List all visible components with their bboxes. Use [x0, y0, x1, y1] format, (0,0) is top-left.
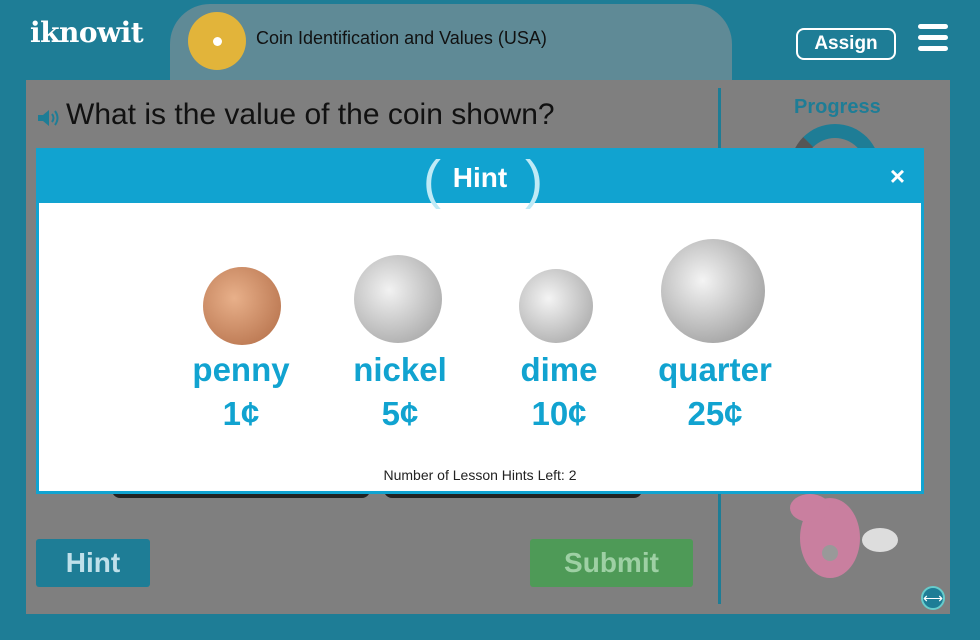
coin-value: 1¢ — [222, 395, 260, 432]
quarter-image — [661, 239, 765, 343]
coin-name: penny — [192, 351, 290, 388]
modal-header: ( Hint ) × — [39, 150, 921, 210]
header: iknowit Coin Identification and Values (… — [0, 0, 980, 84]
coin-value: 5¢ — [381, 395, 419, 432]
lesson-title: Coin Identification and Values (USA) — [256, 28, 547, 48]
coin-name: quarter — [658, 351, 772, 388]
hint-button[interactable]: Hint — [36, 539, 150, 587]
coin-value: 25¢ — [687, 395, 743, 432]
hamburger-menu-icon[interactable] — [918, 24, 948, 52]
submit-button[interactable]: Submit — [530, 539, 693, 587]
coin-icon — [188, 12, 246, 70]
dime-image — [519, 269, 593, 343]
nickel-image — [354, 255, 442, 343]
swap-arrows-icon[interactable]: ⟷ — [921, 586, 945, 610]
paren-right: ) — [525, 150, 543, 210]
modal-title: Hint — [452, 162, 508, 193]
question-text: What is the value of the coin shown? — [66, 98, 555, 131]
speaker-icon[interactable] — [36, 108, 62, 128]
logo[interactable]: iknowit — [30, 16, 144, 49]
coin-value: 10¢ — [531, 395, 587, 432]
hint-modal: ( Hint ) × penny 1¢ nickel 5¢ dime 10¢ q… — [36, 148, 924, 494]
penny-image — [203, 267, 281, 345]
hints-left-text: Number of Lesson Hints Left: 2 — [383, 467, 577, 483]
coin-name: dime — [520, 351, 598, 388]
progress-label: Progress — [794, 96, 881, 118]
coin-name: nickel — [353, 351, 447, 388]
mascot-character — [790, 494, 898, 578]
assign-button[interactable]: Assign — [796, 28, 896, 60]
close-icon[interactable]: × — [890, 161, 905, 192]
